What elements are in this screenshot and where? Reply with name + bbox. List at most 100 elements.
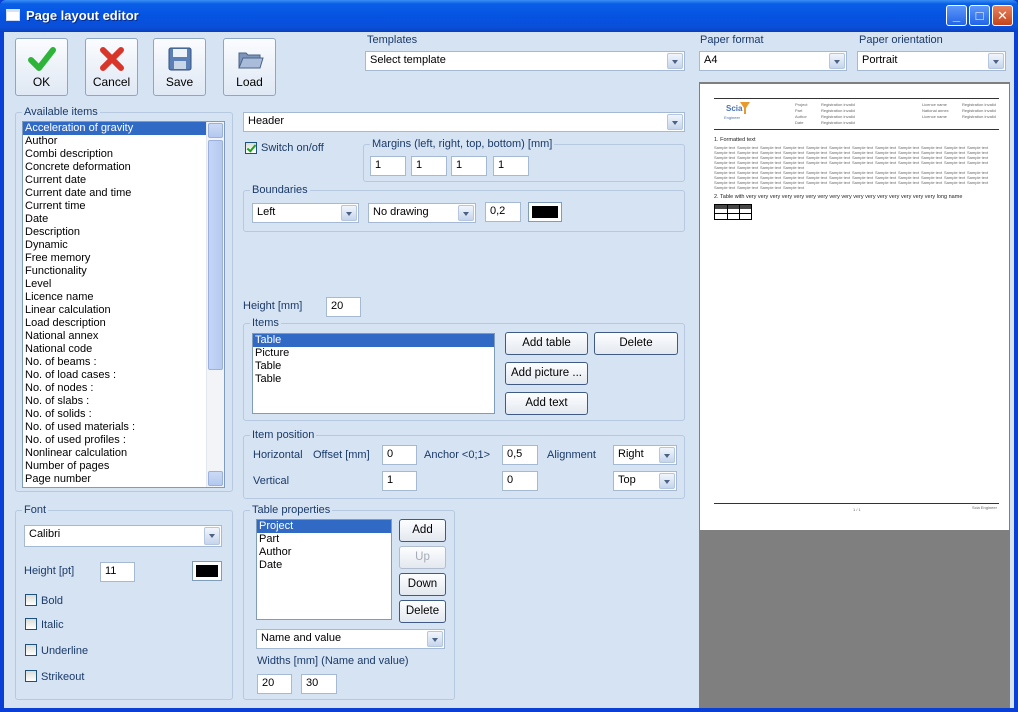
items-list[interactable]: Table Picture Table Table: [252, 333, 495, 414]
delete-item-button[interactable]: Delete: [594, 332, 678, 355]
boundary-drawing-combo[interactable]: No drawing: [368, 203, 476, 223]
scroll-up-icon[interactable]: [208, 123, 223, 138]
tp-mode-combo[interactable]: Name and value: [256, 629, 445, 649]
add-picture-button[interactable]: Add picture ...: [505, 362, 588, 385]
list-item[interactable]: Level: [23, 278, 224, 291]
chevron-down-icon[interactable]: [988, 53, 1004, 69]
list-item[interactable]: Current time: [23, 200, 224, 213]
chevron-down-icon[interactable]: [204, 527, 220, 545]
chevron-down-icon[interactable]: [659, 447, 675, 463]
maximize-button[interactable]: □: [969, 5, 990, 26]
list-item[interactable]: Number of pages: [23, 460, 224, 473]
list-item[interactable]: National code: [23, 343, 224, 356]
margin-right-input[interactable]: 1: [411, 156, 447, 176]
margin-bottom-input[interactable]: 1: [493, 156, 529, 176]
h-alignment-combo[interactable]: Right: [613, 445, 677, 465]
tp-delete-button[interactable]: Delete: [399, 600, 446, 623]
available-items-scrollbar[interactable]: [206, 122, 224, 487]
height-input[interactable]: 20: [326, 297, 361, 317]
scroll-thumb[interactable]: [208, 140, 223, 370]
chevron-down-icon[interactable]: [341, 205, 357, 221]
list-item[interactable]: Linear calculation: [23, 304, 224, 317]
title-bar[interactable]: [0, 0, 1018, 32]
list-item[interactable]: Part: [257, 533, 391, 546]
list-item[interactable]: Author: [23, 135, 224, 148]
load-button[interactable]: Load: [223, 38, 276, 96]
list-item[interactable]: No. of used materials :: [23, 421, 224, 434]
scroll-down-icon[interactable]: [208, 471, 223, 486]
list-item[interactable]: Concrete deformation: [23, 161, 224, 174]
chevron-down-icon[interactable]: [659, 473, 675, 489]
list-item[interactable]: Page number: [23, 473, 224, 486]
chevron-down-icon[interactable]: [458, 205, 474, 221]
list-item[interactable]: Table: [253, 373, 494, 386]
list-item[interactable]: Table: [253, 334, 494, 347]
h-offset-input[interactable]: 0: [382, 445, 417, 465]
templates-combo[interactable]: Select template: [365, 51, 685, 71]
list-item[interactable]: No. of slabs :: [23, 395, 224, 408]
list-item[interactable]: Nonlinear calculation: [23, 447, 224, 460]
list-item[interactable]: No. of used profiles :: [23, 434, 224, 447]
boundary-width-input[interactable]: 0,2: [485, 202, 521, 222]
save-button[interactable]: Save: [153, 38, 206, 96]
list-item[interactable]: National annex: [23, 330, 224, 343]
list-item[interactable]: Load description: [23, 317, 224, 330]
v-anchor-input[interactable]: 0: [502, 471, 538, 491]
list-item[interactable]: No. of solids :: [23, 408, 224, 421]
list-item[interactable]: No. of load cases :: [23, 369, 224, 382]
margin-top-input[interactable]: 1: [451, 156, 487, 176]
list-item[interactable]: Author: [257, 546, 391, 559]
bold-checkbox[interactable]: [25, 594, 37, 606]
available-items-list[interactable]: Acceleration of gravity Author Combi descr…: [22, 121, 225, 488]
chevron-down-icon[interactable]: [829, 53, 845, 69]
list-item[interactable]: Date: [257, 559, 391, 572]
font-color-swatch[interactable]: [192, 561, 222, 581]
list-item[interactable]: Current date: [23, 174, 224, 187]
paper-orientation-combo[interactable]: Portrait: [857, 51, 1006, 71]
h-anchor-input[interactable]: 0,5: [502, 445, 538, 465]
list-item[interactable]: Project: [257, 520, 391, 533]
add-table-button[interactable]: Add table: [505, 332, 588, 355]
boundary-color-swatch[interactable]: [528, 202, 562, 222]
list-item[interactable]: Table: [253, 360, 494, 373]
list-item[interactable]: Description: [23, 226, 224, 239]
font-family-combo[interactable]: Calibri: [24, 525, 222, 547]
section-combo[interactable]: Header: [243, 112, 685, 132]
list-item[interactable]: Free memory: [23, 252, 224, 265]
switch-checkbox[interactable]: [245, 142, 257, 154]
chevron-down-icon[interactable]: [667, 53, 683, 69]
add-text-button[interactable]: Add text: [505, 392, 588, 415]
width-value-input[interactable]: 30: [301, 674, 337, 694]
list-item[interactable]: Functionality: [23, 265, 224, 278]
paper-format-combo[interactable]: A4: [699, 51, 847, 71]
tp-up-button[interactable]: Up: [399, 546, 446, 569]
cancel-button[interactable]: Cancel: [85, 38, 138, 96]
italic-checkbox[interactable]: [25, 618, 37, 630]
tp-down-button[interactable]: Down: [399, 573, 446, 596]
ok-button[interactable]: OK: [15, 38, 68, 96]
list-item[interactable]: Date: [23, 213, 224, 226]
underline-checkbox[interactable]: [25, 644, 37, 656]
minimize-button[interactable]: _: [946, 5, 967, 26]
list-item[interactable]: Licence name: [23, 291, 224, 304]
list-item[interactable]: Picture: [253, 347, 494, 360]
strikeout-checkbox[interactable]: [25, 670, 37, 682]
v-offset-input[interactable]: 1: [382, 471, 417, 491]
chevron-down-icon[interactable]: [427, 631, 443, 647]
list-item[interactable]: Dynamic: [23, 239, 224, 252]
list-item[interactable]: No. of beams :: [23, 356, 224, 369]
font-group-label: Font: [22, 504, 49, 516]
boundary-side-combo[interactable]: Left: [252, 203, 359, 223]
list-item[interactable]: Current date and time: [23, 187, 224, 200]
list-item[interactable]: No. of nodes :: [23, 382, 224, 395]
list-item[interactable]: Acceleration of gravity: [23, 122, 224, 135]
margin-left-input[interactable]: 1: [370, 156, 406, 176]
v-alignment-combo[interactable]: Top: [613, 471, 677, 491]
width-name-input[interactable]: 20: [257, 674, 292, 694]
list-item[interactable]: Combi description: [23, 148, 224, 161]
tp-add-button[interactable]: Add: [399, 519, 446, 542]
font-height-input[interactable]: 11: [100, 562, 135, 582]
close-button[interactable]: ✕: [992, 5, 1013, 26]
table-properties-list[interactable]: Project Part Author Date: [256, 519, 392, 620]
chevron-down-icon[interactable]: [667, 114, 683, 130]
